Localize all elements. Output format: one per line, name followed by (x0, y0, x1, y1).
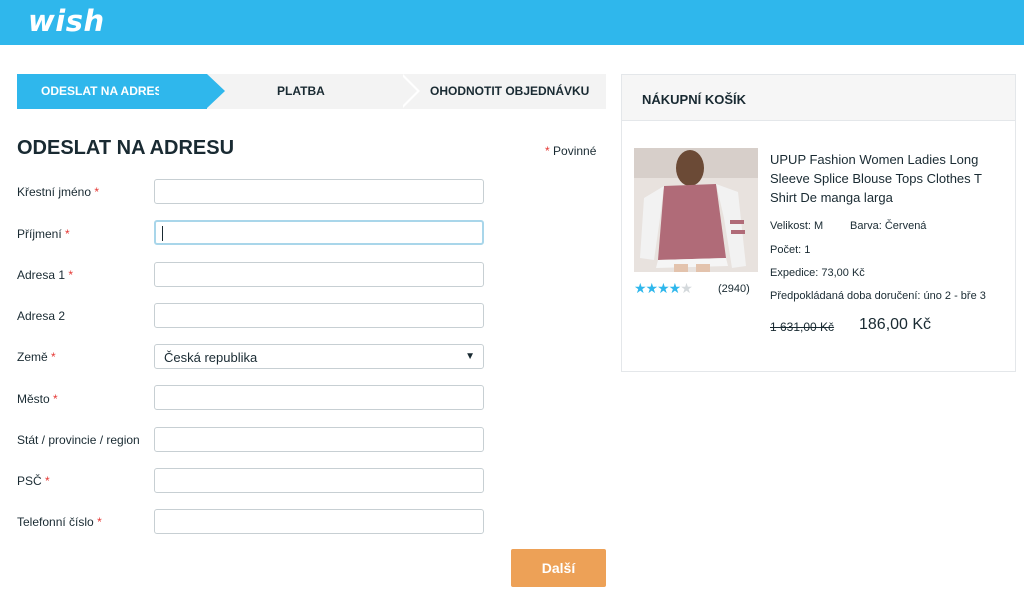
product-color: Barva: Červená (850, 220, 927, 232)
top-bar: wish (0, 0, 1024, 45)
step-review[interactable]: OHODNOTIT OBJEDNÁVKU (430, 74, 589, 109)
step-separator-inner (400, 74, 417, 108)
required-note: * Povinné (545, 144, 597, 158)
product-delivery: Předpokládaná doba doručení: úno 2 - bře… (770, 290, 986, 302)
label-state: Stát / provincie / region (17, 433, 140, 447)
first-name-input[interactable] (154, 179, 484, 204)
rating-count: (2940) (718, 283, 750, 295)
address-2-input[interactable] (154, 303, 484, 328)
product-size: Velikost: M (770, 220, 824, 232)
cart-title: NÁKUPNÍ KOŠÍK (642, 92, 747, 107)
label-address-1: Adresa 1 * (17, 268, 74, 282)
dropdown-arrow-icon: ▼ (465, 351, 475, 362)
zip-input[interactable] (154, 468, 484, 493)
label-zip: PSČ * (17, 474, 50, 488)
step-arrow (207, 74, 225, 108)
state-input[interactable] (154, 427, 484, 452)
country-select-value: Česká republika (164, 350, 258, 365)
label-city: Město * (17, 392, 58, 406)
label-phone: Telefonní číslo * (17, 515, 102, 529)
country-select[interactable]: Česká republika ▼ (154, 344, 484, 369)
product-name[interactable]: UPUP Fashion Women Ladies Long Sleeve Sp… (770, 150, 1005, 207)
cart-header: NÁKUPNÍ KOŠÍK (622, 75, 1015, 121)
phone-input[interactable] (154, 509, 484, 534)
shopping-cart: NÁKUPNÍ KOŠÍK ★★★★★ (2940) UPUP Fashion … (621, 74, 1016, 372)
product-price: 186,00 Kč (859, 316, 932, 333)
product-quantity: Počet: 1 (770, 244, 811, 256)
step-shipping[interactable]: ODESLAT NA ADRESU (17, 74, 207, 109)
city-input[interactable] (154, 385, 484, 410)
text-caret (162, 226, 163, 241)
checkout-steps: ODESLAT NA ADRESU PLATBA OHODNOTIT OBJED… (17, 74, 606, 109)
label-country: Země * (17, 350, 56, 364)
label-last-name: Příjmení * (17, 227, 70, 241)
label-first-name: Křestní jméno * (17, 185, 100, 199)
next-button[interactable]: Další (511, 549, 606, 587)
product-shipping: Expedice: 73,00 Kč (770, 267, 865, 279)
form-title: ODESLAT NA ADRESU (17, 137, 235, 159)
step-payment[interactable]: PLATBA (277, 74, 325, 109)
wish-logo[interactable]: wish (28, 4, 105, 38)
rating-stars-icon: ★★★★★ (634, 280, 693, 296)
address-1-input[interactable] (154, 262, 484, 287)
product-image[interactable] (634, 148, 758, 272)
old-price: 1 631,00 Kč (770, 320, 835, 334)
last-name-input[interactable] (154, 220, 484, 245)
label-address-2: Adresa 2 (17, 309, 66, 323)
